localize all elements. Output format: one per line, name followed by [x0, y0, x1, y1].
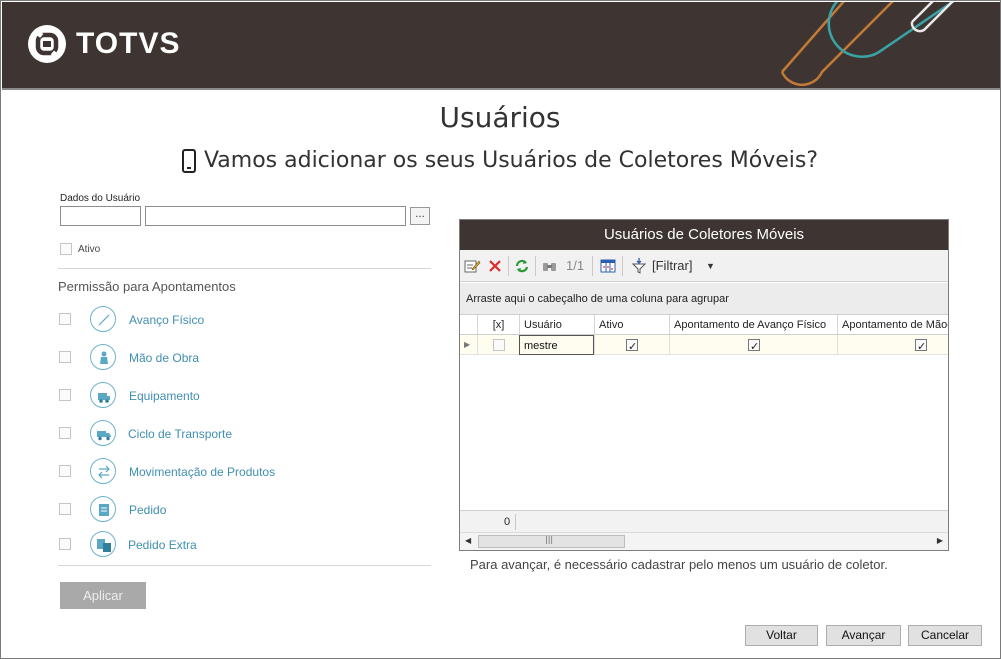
browse-user-button[interactable]: ...	[410, 207, 430, 225]
page-title: Usuários	[439, 101, 561, 134]
binoculars-icon[interactable]	[540, 257, 560, 275]
mobile-users-grid: Usuários de Coletores Móveis 1/1 [Filtra…	[459, 219, 949, 551]
scroll-left-icon[interactable]: ◀	[465, 536, 471, 545]
columns-icon[interactable]	[599, 257, 617, 275]
extra-order-icon	[90, 531, 116, 557]
cell-mao-de-obra	[837, 335, 948, 357]
row-select-cell	[477, 335, 519, 355]
perm-label-movimentacao: Movimentação de Produtos	[129, 465, 276, 479]
row-indicator-header	[460, 315, 477, 335]
mobile-phone-icon	[181, 148, 196, 173]
toolbar-separator	[622, 256, 623, 276]
equipment-icon	[90, 382, 116, 408]
column-header-mao-de-obra[interactable]: Apontamento de Mão-	[837, 315, 948, 335]
scroll-thumb[interactable]: |||	[478, 535, 625, 548]
subtitle-text: Vamos adicionar os seus Usuários de Cole…	[203, 148, 819, 173]
column-header-usuario[interactable]: Usuário	[519, 315, 594, 335]
cell-avanco-fisico-checkbox[interactable]	[748, 337, 760, 357]
active-checkbox[interactable]	[60, 243, 72, 255]
chevron-down-icon[interactable]: ▼	[706, 257, 715, 275]
section-divider-bottom	[58, 565, 431, 566]
column-header-avanco-fisico[interactable]: Apontamento de Avanço Físico	[669, 315, 837, 335]
cell-ativo	[594, 335, 669, 357]
perm-label-avanco-fisico: Avanço Físico	[129, 313, 205, 327]
table-row[interactable]: ▶ mestre	[460, 335, 948, 357]
next-button[interactable]: Avançar	[826, 625, 901, 646]
page-counter: 1/1	[566, 258, 585, 273]
perm-checkbox-pedido-extra[interactable]	[59, 538, 71, 550]
perm-label-equipamento: Equipamento	[129, 389, 200, 403]
grid-toolbar: 1/1 [Filtrar] ▼	[460, 250, 948, 282]
wizard-window: TOTVS Usuários Vamos adicionar os seus U…	[0, 0, 1001, 659]
transfer-icon	[90, 458, 116, 484]
permissions-title: Permissão para Apontamentos	[58, 279, 236, 294]
cell-ativo-checkbox[interactable]	[626, 337, 638, 357]
cell-avanco-fisico	[669, 335, 837, 357]
horizontal-scrollbar[interactable]: ◀ ||| ▶	[460, 532, 948, 550]
perm-label-ciclo-transporte: Ciclo de Transporte	[128, 427, 233, 441]
scroll-grip: |||	[545, 535, 554, 544]
section-divider	[58, 268, 431, 269]
apply-button[interactable]: Aplicar	[60, 582, 146, 609]
perm-checkbox-ciclo-transporte[interactable]	[59, 427, 71, 439]
perm-checkbox-equipamento[interactable]	[59, 389, 71, 401]
summary-divider	[515, 514, 516, 530]
back-button[interactable]: Voltar	[745, 625, 818, 646]
totvs-logo-icon	[28, 25, 66, 63]
grid-column-headers: [x] Usuário Ativo Apontamento de Avanço …	[460, 315, 948, 335]
validation-note: Para avançar, é necessário cadastrar pel…	[470, 557, 888, 572]
totvs-logo: TOTVS	[26, 23, 180, 65]
page-subtitle: Vamos adicionar os seus Usuários de Cole…	[1, 148, 999, 173]
row-indicator-icon: ▶	[464, 340, 471, 349]
worker-icon	[90, 344, 116, 370]
perm-checkbox-mao-de-obra[interactable]	[59, 351, 71, 363]
user-name-input[interactable]	[145, 206, 406, 226]
cell-usuario[interactable]: mestre	[519, 335, 594, 355]
header-decoration	[780, 2, 955, 87]
refresh-icon[interactable]	[513, 257, 531, 275]
edit-icon[interactable]	[463, 257, 481, 275]
toolbar-separator	[535, 256, 536, 276]
scroll-right-icon[interactable]: ▶	[937, 536, 943, 545]
toolbar-separator	[508, 256, 509, 276]
active-label: Ativo	[78, 244, 101, 255]
cell-mao-de-obra-checkbox[interactable]	[915, 337, 927, 357]
progress-icon	[90, 306, 116, 332]
column-header-select[interactable]: [x]	[477, 315, 519, 335]
brand-name: TOTVS	[76, 27, 181, 60]
perm-label-pedido-extra: Pedido Extra	[128, 538, 197, 552]
column-header-ativo[interactable]: Ativo	[594, 315, 669, 335]
truck-icon	[90, 420, 116, 446]
perm-checkbox-pedido[interactable]	[59, 503, 71, 515]
header-divider	[2, 88, 1000, 90]
group-by-area[interactable]: Arraste aqui o cabeçalho de uma coluna p…	[460, 283, 948, 315]
toolbar-separator	[592, 256, 593, 276]
order-icon	[90, 496, 116, 522]
cancel-button[interactable]: Cancelar	[908, 625, 982, 646]
user-code-input[interactable]	[60, 206, 141, 226]
perm-checkbox-movimentacao[interactable]	[59, 465, 71, 477]
row-select-checkbox[interactable]	[493, 339, 505, 351]
app-header: TOTVS	[2, 2, 1000, 88]
grid-summary-row: 0	[460, 510, 948, 532]
perm-checkbox-avanco-fisico[interactable]	[59, 313, 71, 325]
filter-icon[interactable]	[630, 257, 648, 275]
perm-label-mao-de-obra: Mão de Obra	[129, 351, 200, 365]
perm-label-pedido: Pedido	[129, 503, 167, 517]
grid-title: Usuários de Coletores Móveis	[460, 220, 948, 250]
summary-count: 0	[504, 516, 511, 528]
user-data-label: Dados do Usuário	[60, 193, 141, 204]
delete-icon[interactable]	[486, 257, 504, 275]
filter-dropdown[interactable]: [Filtrar]	[652, 257, 692, 275]
